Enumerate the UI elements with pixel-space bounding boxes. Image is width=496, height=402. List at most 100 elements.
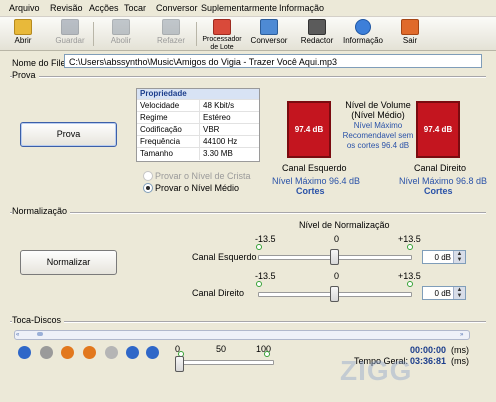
next-icon[interactable] — [146, 346, 159, 359]
right-norm-value: 0 dB — [434, 289, 451, 298]
volume-level-title: Nível de Volume (Nível Médio) — [338, 100, 418, 120]
toolbar-separator — [196, 22, 197, 46]
prova-button[interactable]: Prova — [20, 122, 117, 147]
spin-arrows-icon[interactable]: ▲ ▼ — [453, 251, 465, 263]
left-norm-slider-thumb[interactable] — [330, 249, 339, 265]
norm-left-channel-label: Canal Esquerdo — [192, 252, 257, 262]
right-norm-slider-thumb[interactable] — [330, 286, 339, 302]
menu-tocar[interactable]: Tocar — [124, 3, 146, 13]
menu-arquivo[interactable]: Arquivo — [9, 3, 40, 13]
property-value: 48 Kbit/s — [203, 101, 235, 110]
redo-icon — [162, 19, 180, 35]
spin-arrows-icon[interactable]: ▲ ▼ — [453, 287, 465, 299]
exit-icon — [401, 19, 419, 35]
left-max-marker — [407, 244, 413, 250]
normalization-level-title: Nível de Normalização — [299, 220, 390, 230]
save-button[interactable]: Guardar — [54, 19, 86, 45]
editor-label: Redactor — [300, 36, 334, 45]
left-cuts-link[interactable]: Cortes — [296, 186, 325, 196]
left-min-label: -13.5 — [255, 234, 276, 244]
toolbar: Abrir Guardar Abolir Refazer Processador… — [0, 17, 496, 51]
save-label: Guardar — [55, 36, 85, 45]
norm-right-channel-label: Canal Direito — [192, 288, 245, 298]
menu-bar: Arquivo Revisão Acções Tocar Conversor S… — [0, 0, 496, 17]
right-zero-label: 0 — [334, 271, 340, 281]
play-icon[interactable] — [18, 346, 31, 359]
exit-label: Sair — [402, 36, 418, 45]
help-icon — [355, 19, 371, 35]
player-group-title: Toca-Discos — [12, 315, 65, 325]
editor-icon — [308, 19, 326, 35]
undo-button[interactable]: Abolir — [106, 19, 136, 45]
batch-icon — [213, 19, 231, 35]
average-level-radio[interactable] — [143, 183, 153, 193]
left-channel-db-display: 97.4 dB — [287, 101, 331, 158]
scroll-left-icon[interactable]: « — [16, 331, 24, 339]
exit-button[interactable]: Sair — [399, 19, 421, 45]
redo-label: Refazer — [156, 36, 185, 45]
menu-informacao[interactable]: Informação — [279, 3, 324, 13]
property-key: Velocidade — [140, 101, 180, 110]
menu-accoes[interactable]: Acções — [89, 3, 119, 13]
volume-slider-thumb[interactable] — [175, 356, 184, 372]
left-channel-label: Canal Esquerdo — [282, 163, 347, 173]
position-scrollbar[interactable]: « » — [14, 330, 470, 340]
properties-table: Propriedade Velocidade 48 Kbit/s Regime Es… — [136, 88, 260, 162]
norm-group-border — [10, 213, 486, 215]
loop-icon[interactable] — [61, 346, 74, 359]
converter-button[interactable]: Conversor — [249, 19, 289, 45]
file-path-field[interactable]: C:\Users\abssyntho\Music\Amigos do Vigia… — [64, 54, 482, 68]
folder-icon — [14, 19, 32, 35]
total-time-unit: (ms) — [451, 356, 469, 366]
property-key: Tamanho — [140, 149, 173, 158]
property-value: VBR — [203, 125, 220, 134]
scroll-right-icon[interactable]: » — [460, 331, 468, 339]
menu-revisao[interactable]: Revisão — [50, 3, 83, 13]
recommended-level: Nível Máximo Recomendavel sem os cortes … — [334, 121, 422, 151]
batch-processor-button[interactable]: Processador de Lote — [200, 19, 244, 52]
toolbar-separator — [93, 22, 94, 46]
converter-icon — [260, 19, 278, 35]
volume-track[interactable] — [180, 360, 274, 365]
property-key: Frequência — [140, 137, 181, 146]
right-min-label: -13.5 — [255, 271, 276, 281]
right-norm-value-field[interactable]: 0 dB ▲ ▼ — [422, 286, 466, 300]
volume-title-line2: (Nível Médio) — [351, 110, 405, 120]
left-max-level: Nível Máximo 96.4 dB — [272, 176, 361, 186]
menu-suplementarmente[interactable]: Suplementarmente — [201, 3, 277, 13]
menu-conversor[interactable]: Conversor — [156, 3, 198, 13]
recommend-line2: Recomendavel sem — [342, 131, 414, 140]
right-min-marker — [256, 281, 262, 287]
undo-icon — [112, 19, 130, 35]
redo-button[interactable]: Refazer — [154, 19, 188, 45]
right-cuts-link[interactable]: Cortes — [424, 186, 453, 196]
stop-icon[interactable] — [40, 346, 53, 359]
batch-label-1: Processador — [202, 36, 242, 43]
previous-icon[interactable] — [126, 346, 139, 359]
peak-level-radio[interactable] — [143, 171, 153, 181]
right-channel-label: Canal Direito — [414, 163, 467, 173]
volume-label-50: 50 — [216, 344, 227, 354]
property-value: Estéreo — [203, 113, 231, 122]
open-button[interactable]: Abrir — [10, 19, 36, 45]
current-time: 00:00:00 — [410, 345, 447, 355]
prova-group-title: Prova — [12, 70, 39, 80]
total-time: 03:36:81 — [410, 356, 447, 366]
converter-label: Conversor — [250, 36, 288, 45]
floppy-icon — [61, 19, 79, 35]
normalize-button[interactable]: Normalizar — [20, 250, 117, 275]
info-label: Informação — [342, 36, 384, 45]
open-label: Abrir — [14, 36, 32, 45]
repeat-icon[interactable] — [83, 346, 96, 359]
right-max-label: +13.5 — [398, 271, 421, 281]
left-norm-value-field[interactable]: 0 dB ▲ ▼ — [422, 250, 466, 264]
info-button[interactable]: Informação — [341, 19, 385, 45]
right-channel-db-display: 97.4 dB — [416, 101, 460, 158]
left-zero-label: 0 — [334, 234, 340, 244]
position-thumb[interactable] — [37, 332, 43, 336]
editor-button[interactable]: Redactor — [298, 19, 336, 45]
volume-icon[interactable] — [105, 346, 118, 359]
current-time-unit: (ms) — [451, 345, 469, 355]
peak-level-label: Provar o Nível de Crista — [155, 171, 251, 181]
properties-header: Propriedade — [137, 89, 259, 99]
